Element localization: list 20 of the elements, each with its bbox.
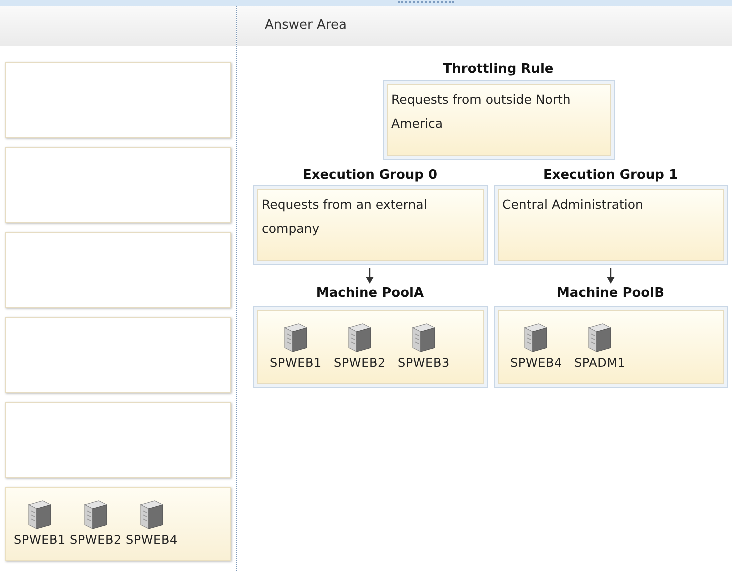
throttling-rule-text: Requests from outside North America: [392, 92, 571, 130]
execution-group-text: Central Administration: [502, 197, 644, 212]
machine-pool-title: Machine PoolB: [556, 285, 666, 303]
machine-pool-title: Machine PoolA: [315, 285, 426, 303]
server-label: SPWEB3: [398, 354, 450, 372]
down-arrow-icon: [606, 268, 616, 284]
throttling-rule-title: Throttling Rule: [443, 61, 554, 79]
server-drag-item[interactable]: SPWEB1 SPWEB2 SPWEB4: [5, 487, 231, 561]
answer-area-title: Answer Area: [265, 17, 347, 36]
execution-group-title: Execution Group 0: [302, 166, 439, 184]
server-label: SPWEB4: [126, 532, 178, 549]
execution-group-title: Execution Group 1: [542, 166, 680, 184]
server-label: SPWEB4: [510, 354, 562, 372]
server-label: SPADM1: [574, 354, 626, 372]
server-label: SPWEB2: [70, 532, 122, 549]
server-label: SPWEB1: [14, 532, 66, 549]
down-arrow-icon: [365, 268, 376, 284]
execution-group-text: Requests from an external company: [262, 197, 428, 236]
server-label: SPWEB2: [334, 354, 386, 372]
server-label: SPWEB1: [270, 354, 322, 372]
